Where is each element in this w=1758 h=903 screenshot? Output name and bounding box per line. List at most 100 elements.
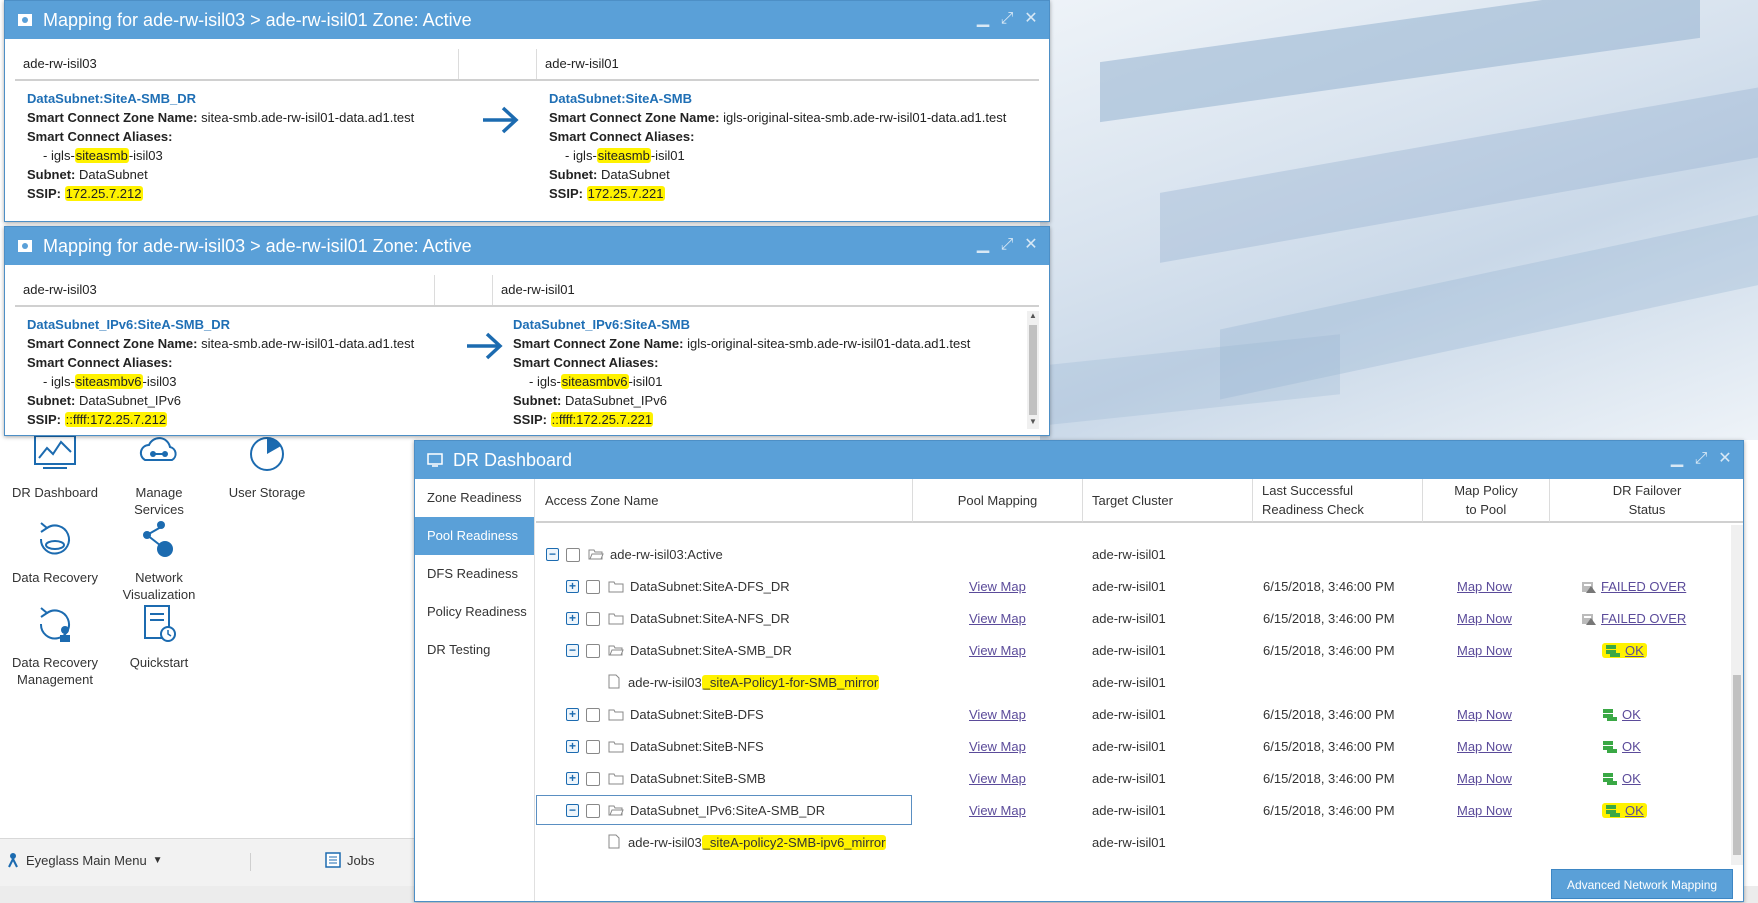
view-map-link[interactable]: View Map	[969, 643, 1026, 658]
desktop-icon-manage-services[interactable]: Manage Services	[104, 430, 214, 518]
view-map-link[interactable]: View Map	[969, 803, 1026, 818]
scrollbar-thumb[interactable]	[1029, 325, 1037, 415]
failover-status[interactable]: FAILED OVER	[1581, 611, 1686, 626]
mapping-window-titlebar[interactable]: Mapping for ade-rw-isil03 > ade-rw-isil0…	[5, 1, 1049, 39]
grid-scrollbar[interactable]	[1731, 525, 1743, 865]
close-icon[interactable]: ✕	[1717, 451, 1733, 467]
view-map-link[interactable]: View Map	[969, 739, 1026, 754]
row-checkbox[interactable]	[586, 708, 600, 722]
minimize-icon[interactable]: ▁	[1669, 451, 1685, 467]
map-now-link[interactable]: Map Now	[1457, 643, 1512, 658]
nav-pool-readiness[interactable]: Pool Readiness	[415, 517, 534, 555]
mapping-scrollbar[interactable]: ▲ ▼	[1027, 311, 1039, 429]
failover-status[interactable]: OK	[1602, 803, 1647, 818]
desktop-icon-data-recovery-management[interactable]: Data Recovery Management	[0, 600, 110, 688]
source-pool-name[interactable]: DataSubnet_IPv6:SiteA-SMB_DR	[27, 315, 414, 334]
table-row[interactable]: + DataSubnet:SiteB-NFS View Map ade-rw-isil…	[536, 731, 1729, 763]
table-row[interactable]: ade-rw-isil03_siteA-Policy1-for-SMB_mirr…	[536, 667, 1729, 699]
col-last-check[interactable]: Last Successful Readiness Check	[1253, 479, 1423, 523]
dashboard-titlebar[interactable]: DR Dashboard ▁ ⤢ ✕	[415, 441, 1743, 479]
desktop-icon-quickstart[interactable]: Quickstart	[104, 600, 214, 671]
nav-dr-testing[interactable]: DR Testing	[415, 631, 534, 669]
desktop-icon-user-storage[interactable]: User Storage	[212, 430, 322, 501]
view-map-link[interactable]: View Map	[969, 611, 1026, 626]
table-row[interactable]: + DataSubnet:SiteB-SMB View Map ade-rw-isil…	[536, 763, 1729, 795]
expand-icon[interactable]: +	[566, 580, 579, 593]
nav-policy-readiness[interactable]: Policy Readiness	[415, 593, 534, 631]
map-now-link[interactable]: Map Now	[1457, 707, 1512, 722]
target-pool-name[interactable]: DataSubnet:SiteA-SMB	[549, 89, 1006, 108]
desktop-icon-dr-dashboard[interactable]: DR Dashboard	[0, 430, 110, 501]
maximize-icon[interactable]: ⤢	[999, 237, 1015, 253]
map-now-link[interactable]: Map Now	[1457, 803, 1512, 818]
row-checkbox[interactable]	[586, 740, 600, 754]
desktop-icon-data-recovery[interactable]: Data Recovery	[0, 515, 110, 586]
nav-zone-readiness[interactable]: Zone Readiness	[415, 479, 534, 517]
maximize-icon[interactable]: ⤢	[1693, 451, 1709, 467]
view-map-link[interactable]: View Map	[969, 579, 1026, 594]
row-checkbox[interactable]	[586, 612, 600, 626]
col-failover-status[interactable]: DR Failover Status	[1550, 479, 1743, 523]
monitor-icon	[427, 453, 443, 467]
close-icon[interactable]: ✕	[1023, 237, 1039, 253]
advanced-network-mapping-button[interactable]: Advanced Network Mapping	[1551, 869, 1733, 899]
expand-icon[interactable]: +	[566, 740, 579, 753]
scroll-up-icon[interactable]: ▲	[1027, 311, 1039, 323]
zone-name-value: sitea-smb.ade-rw-isil01-data.ad1.test	[201, 110, 415, 125]
table-row[interactable]: + DataSubnet:SiteA-NFS_DR View Map ade-rw-i…	[536, 603, 1729, 635]
failover-status[interactable]: OK	[1602, 643, 1647, 658]
col-map-policy[interactable]: Map Policy to Pool	[1423, 479, 1550, 523]
source-pool-details: DataSubnet_IPv6:SiteA-SMB_DR Smart Conne…	[27, 315, 414, 429]
table-row[interactable]: ade-rw-isil03_siteA-policy2-SMB-ipv6_mir…	[536, 827, 1729, 859]
maximize-icon[interactable]: ⤢	[999, 11, 1015, 27]
scrollbar-thumb[interactable]	[1733, 675, 1741, 855]
jobs-button[interactable]: Jobs	[325, 852, 374, 868]
table-row[interactable]: − DataSubnet:SiteA-SMB_DR View Map ade-rw-i…	[536, 635, 1729, 667]
view-map-link[interactable]: View Map	[969, 771, 1026, 786]
policy-prefix: ade-rw-isil03	[628, 675, 702, 690]
col-target-cluster[interactable]: Target Cluster	[1083, 479, 1253, 523]
failed-over-icon	[1582, 581, 1596, 593]
table-row[interactable]: + DataSubnet:SiteB-DFS View Map ade-rw-isil…	[536, 699, 1729, 731]
failover-status[interactable]: OK	[1602, 771, 1641, 786]
collapse-icon[interactable]: −	[546, 548, 559, 561]
failover-status-text: OK	[1625, 643, 1644, 658]
minimize-icon[interactable]: ▁	[975, 237, 991, 253]
col-access-zone[interactable]: Access Zone Name	[536, 479, 913, 523]
table-row[interactable]: + DataSubnet:SiteA-DFS_DR View Map ade-rw-i…	[536, 571, 1729, 603]
mapping-window-titlebar[interactable]: Mapping for ade-rw-isil03 > ade-rw-isil0…	[5, 227, 1049, 265]
scroll-down-icon[interactable]: ▼	[1027, 417, 1039, 429]
minimize-icon[interactable]: ▁	[975, 11, 991, 27]
row-checkbox[interactable]	[586, 644, 600, 658]
nav-dfs-readiness[interactable]: DFS Readiness	[415, 555, 534, 593]
close-icon[interactable]: ✕	[1023, 11, 1039, 27]
expand-icon[interactable]: +	[566, 708, 579, 721]
ok-status-icon	[1603, 772, 1617, 785]
row-checkbox[interactable]	[566, 548, 580, 562]
ssip-value: 172.25.7.221	[586, 186, 665, 201]
view-map-link[interactable]: View Map	[969, 707, 1026, 722]
table-row[interactable]: − DataSubnet_IPv6:SiteA-SMB_DR View Map ade…	[536, 795, 1729, 827]
failover-status[interactable]: FAILED OVER	[1581, 579, 1686, 594]
map-now-link[interactable]: Map Now	[1457, 579, 1512, 594]
expand-icon[interactable]: +	[566, 772, 579, 785]
failover-status[interactable]: OK	[1602, 707, 1641, 722]
map-now-link[interactable]: Map Now	[1457, 611, 1512, 626]
map-now-link[interactable]: Map Now	[1457, 739, 1512, 754]
desktop-icon-network-visualization[interactable]: Network Visualization	[104, 515, 214, 603]
row-checkbox[interactable]	[586, 580, 600, 594]
jobs-label: Jobs	[347, 852, 375, 868]
source-pool-name[interactable]: DataSubnet:SiteA-SMB_DR	[27, 89, 414, 108]
pool-name: DataSubnet:SiteA-SMB_DR	[630, 643, 792, 658]
row-checkbox[interactable]	[586, 772, 600, 786]
main-menu-button[interactable]: Eyeglass Main Menu ▼	[6, 852, 163, 868]
collapse-icon[interactable]: −	[566, 644, 579, 657]
col-pool-mapping[interactable]: Pool Mapping	[913, 479, 1083, 523]
map-now-link[interactable]: Map Now	[1457, 771, 1512, 786]
col-map-policy-line1: Map Policy	[1454, 483, 1518, 498]
failover-status[interactable]: OK	[1602, 739, 1641, 754]
last-check-date: 6/15/2018, 3:46:00 PM	[1263, 643, 1395, 658]
target-pool-name[interactable]: DataSubnet_IPv6:SiteA-SMB	[513, 315, 970, 334]
table-row[interactable]: − ade-rw-isil03:Active ade-rw-isil01	[536, 539, 1729, 571]
expand-icon[interactable]: +	[566, 612, 579, 625]
